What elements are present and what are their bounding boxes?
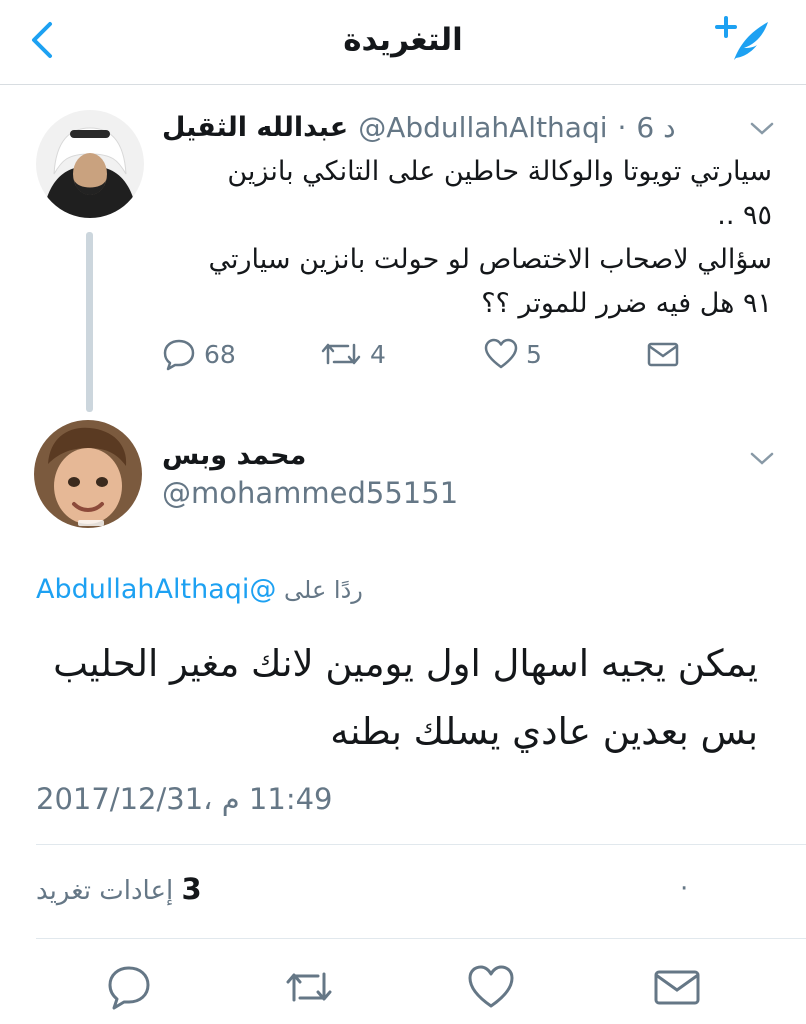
thread-connector-line xyxy=(86,232,93,412)
reply-icon xyxy=(108,966,150,1010)
divider xyxy=(36,938,806,939)
retweet-button[interactable] xyxy=(284,962,334,1012)
retweet-icon xyxy=(321,343,361,365)
meta-separator: · xyxy=(617,110,627,144)
main-tweet-text: يمكن يجيه اسهال اول يومين لانك مغير الحل… xyxy=(36,630,758,766)
retweet-stats[interactable]: 3 إعادات تغريد xyxy=(36,872,202,906)
envelope-icon xyxy=(647,342,679,367)
stats-dot: · xyxy=(680,874,689,904)
parent-more-chevron-icon[interactable] xyxy=(746,118,778,140)
parent-like-button[interactable]: 5 xyxy=(484,334,542,374)
main-author-handle[interactable]: @mohammed55151 xyxy=(162,476,458,510)
reply-count: 68 xyxy=(204,339,236,369)
page-title: التغريدة xyxy=(343,22,463,58)
reply-button[interactable] xyxy=(104,962,154,1012)
heart-icon xyxy=(468,965,514,1008)
reply-icon xyxy=(163,339,195,371)
main-text-line: يمكن يجيه اسهال اول يومين لانك مغير الحل… xyxy=(53,642,758,685)
parent-retweet-button[interactable]: 4 xyxy=(320,334,386,374)
parent-author-name[interactable]: عبدالله الثقيل xyxy=(162,112,348,143)
divider xyxy=(36,844,806,845)
heart-icon xyxy=(484,338,518,369)
compose-tweet-icon[interactable] xyxy=(712,14,774,66)
main-author-name[interactable]: محمد وبس xyxy=(162,440,306,471)
parent-share-button[interactable] xyxy=(646,334,680,374)
parent-text-line: سؤالي لاصحاب الاختصاص لو حولت بانزين سيا… xyxy=(208,244,772,275)
parent-text-line: سيارتي تويوتا والوكالة حاطين على التانكي… xyxy=(227,156,772,187)
main-text-line: بس بعدين عادي يسلك بطنه xyxy=(330,710,758,753)
replying-to-handle[interactable]: @AbdullahAlthaqi xyxy=(36,574,276,605)
parent-author-avatar[interactable] xyxy=(36,110,144,218)
parent-tweet-time: 6 د xyxy=(636,110,676,144)
parent-tweet-text: سيارتي تويوتا والوكالة حاطين على التانكي… xyxy=(150,150,772,326)
parent-reply-button[interactable]: 68 xyxy=(162,334,236,374)
retweet-count: 4 xyxy=(370,339,386,369)
replying-to-label: ردًا على xyxy=(284,576,363,604)
parent-text-line: ٩٥ .. xyxy=(717,200,772,231)
main-author-avatar[interactable] xyxy=(34,420,142,528)
retweets-label: إعادات تغريد xyxy=(36,876,174,906)
parent-text-line: ٩١ هل فيه ضرر للموتر ؟؟ xyxy=(481,288,772,319)
like-button[interactable] xyxy=(466,962,516,1012)
retweets-count: 3 xyxy=(181,872,202,906)
like-count: 5 xyxy=(526,339,542,369)
back-chevron-icon[interactable] xyxy=(24,18,64,62)
share-button[interactable] xyxy=(652,962,702,1012)
main-more-chevron-icon[interactable] xyxy=(746,448,778,470)
envelope-icon xyxy=(654,970,700,1005)
replying-to: ردًا على @AbdullahAlthaqi xyxy=(36,574,406,605)
top-bar: التغريدة xyxy=(0,0,806,85)
parent-author-handle[interactable]: @AbdullahAlthaqi xyxy=(358,111,607,144)
retweet-icon xyxy=(286,972,332,1002)
tweet-timestamp: 11:49 م ،2017/12/31 xyxy=(36,782,333,816)
